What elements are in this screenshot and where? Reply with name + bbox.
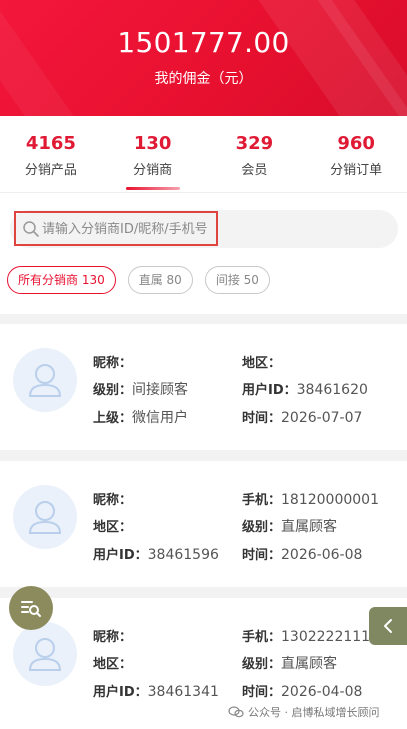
filter-section: 所有分销商 130 直属 80 间接 50: [0, 192, 407, 314]
field-time: 时间：2026-06-08: [242, 547, 363, 563]
filter-chips: 所有分销商 130 直属 80 间接 50: [7, 266, 270, 294]
field-region: 地区：: [242, 356, 282, 371]
tab-members[interactable]: 329 会员: [204, 116, 306, 192]
stat-value: 4165: [25, 133, 76, 154]
chevron-left-icon: [384, 619, 392, 633]
user-placeholder-icon: [28, 364, 62, 397]
stat-label: 会员: [241, 163, 268, 178]
field-region: 地区：: [93, 657, 133, 672]
stat-label: 分销订单: [330, 163, 383, 178]
filter-all-chip[interactable]: 所有分销商 130: [7, 266, 116, 294]
tab-distributors[interactable]: 130 分销商: [102, 116, 204, 192]
stats-tabs: 4165 分销产品 130 分销商 329 会员 960 分销订单: [0, 116, 407, 192]
avatar: [13, 348, 77, 412]
distributor-page: 1501777.00 我的佣金（元） 4165 分销产品 130 分销商 329…: [0, 0, 407, 729]
commission-amount: 1501777.00: [117, 26, 290, 59]
active-tab-indicator: [125, 187, 180, 190]
distributor-card[interactable]: 昵称： 手机：18120000001 地区： 级别：直属顾客 用户ID：3846…: [0, 461, 407, 587]
stat-value: 130: [133, 133, 172, 154]
field-nickname: 昵称：: [93, 630, 133, 645]
avatar: [13, 485, 77, 549]
field-level: 级别：间接顾客: [93, 382, 189, 398]
filter-direct-chip[interactable]: 直属 80: [127, 266, 193, 294]
field-nickname: 昵称：: [93, 493, 133, 508]
user-placeholder-icon: [28, 501, 62, 534]
field-level: 级别：直属顾客: [242, 656, 338, 672]
wechat-icon: [228, 706, 244, 718]
watermark: 公众号 · 启博私域增长顾问: [228, 704, 380, 720]
field-user-id: 用户ID：38461341: [93, 684, 219, 700]
list-search-fab[interactable]: [9, 586, 53, 630]
side-back-button[interactable]: [369, 607, 407, 645]
search-input[interactable]: [42, 219, 212, 239]
stat-label: 分销商: [133, 163, 173, 178]
field-time: 时间：2026-04-08: [242, 684, 363, 700]
commission-header: 1501777.00 我的佣金（元）: [0, 0, 407, 116]
stat-label: 分销产品: [24, 163, 77, 178]
commission-label: 我的佣金（元）: [154, 71, 253, 87]
field-nickname: 昵称：: [93, 356, 133, 371]
filter-indirect-chip[interactable]: 间接 50: [204, 266, 270, 294]
field-region: 地区：: [93, 520, 133, 535]
avatar: [13, 622, 77, 686]
field-time: 时间：2026-07-07: [242, 410, 363, 426]
stat-value: 329: [235, 133, 274, 154]
field-phone: 手机：18120000001: [242, 492, 379, 508]
stat-value: 960: [337, 133, 375, 154]
search-icon: [23, 221, 39, 237]
field-level: 级别：直属顾客: [242, 519, 338, 535]
tab-products[interactable]: 4165 分销产品: [0, 116, 102, 192]
field-user-id: 用户ID：38461596: [93, 547, 219, 563]
list-search-icon: [21, 601, 41, 617]
watermark-text: 公众号 · 启博私域增长顾问: [248, 706, 380, 719]
field-user-id: 用户ID：38461620: [242, 382, 368, 398]
distributor-card[interactable]: 昵称： 地区： 级别：间接顾客 用户ID：38461620 上级：微信用户 时间…: [0, 324, 407, 450]
field-phone: 手机：13022221112: [242, 629, 379, 645]
tab-orders[interactable]: 960 分销订单: [305, 116, 407, 192]
field-superior: 上级：微信用户: [93, 410, 189, 426]
user-placeholder-icon: [28, 638, 62, 671]
